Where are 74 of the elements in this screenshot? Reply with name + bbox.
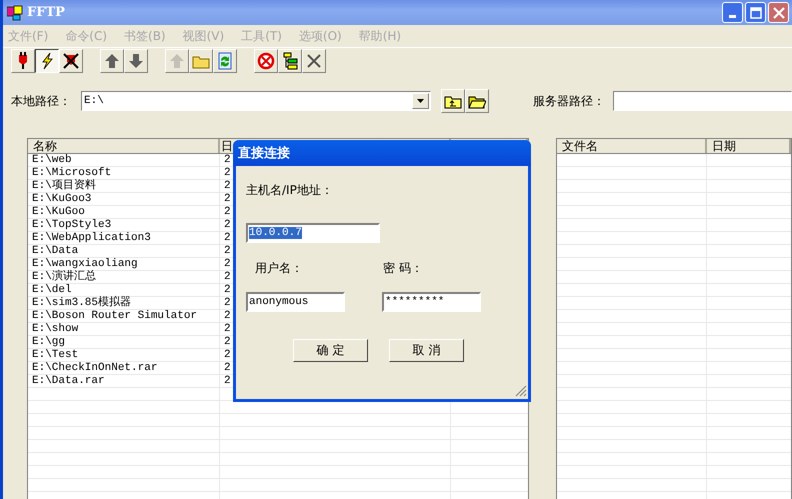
table-cell-text: 2 (223, 167, 232, 180)
file-name[interactable]: E:\del (28, 284, 220, 297)
close-icon (772, 6, 784, 18)
refresh-icon (216, 52, 234, 70)
cross-icon (305, 52, 323, 70)
file-name[interactable]: E:\WebApplication3 (28, 232, 220, 245)
host-field[interactable]: 10.0.0.7 (246, 223, 380, 243)
file-name[interactable]: E:\show (28, 323, 220, 336)
maximize-icon (750, 6, 762, 18)
table-cell-text: 2 (223, 375, 232, 388)
file-name[interactable]: E:\CheckInOnNet.rar (28, 362, 220, 375)
close-button[interactable] (768, 2, 789, 23)
stop-icon (257, 52, 275, 70)
table-cell-text: 2 (223, 297, 232, 310)
crossed-plug-icon (62, 52, 80, 70)
minimize-button[interactable] (722, 2, 743, 23)
table-cell-text: 2 (223, 258, 232, 271)
file-name[interactable]: E:\项目资料 (28, 180, 220, 193)
table-cell-text: 2 (223, 219, 232, 232)
server-path-label: 服务器路径： (533, 92, 605, 110)
file-name[interactable]: E:\演讲汇总 (28, 271, 220, 284)
table-cell-text: 2 (223, 336, 232, 349)
dropdown-arrow-icon[interactable] (417, 99, 424, 103)
file-name[interactable]: E:\web (28, 154, 220, 167)
table-cell-text: 2 (223, 323, 232, 336)
app-icon (7, 4, 23, 20)
password-field[interactable]: ********* (382, 292, 481, 312)
table-cell-text: 2 (223, 180, 232, 193)
table-cell-text: 2 (223, 271, 232, 284)
file-name[interactable]: E:\Data (28, 245, 220, 258)
resize-grip-icon[interactable] (515, 385, 527, 397)
maximize-button[interactable] (745, 2, 766, 23)
host-label: 主机名/IP地址： (246, 182, 334, 199)
server-path-field[interactable] (613, 91, 792, 111)
ok-button[interactable]: 确 定 (293, 339, 368, 362)
local-path-label: 本地路径： (11, 92, 71, 110)
password-label: 密 码： (383, 260, 423, 277)
minimize-icon (729, 14, 736, 18)
file-name[interactable]: E:\Microsoft (28, 167, 220, 180)
table-cell-text: 2 (223, 232, 232, 245)
tree-icon (281, 52, 299, 70)
table-cell-text: 2 (223, 310, 232, 323)
window-title: FFTP (27, 5, 65, 20)
table-cell-text: 2 (223, 193, 232, 206)
table-cell-text: 2 (223, 245, 232, 258)
up-arrow-icon (103, 52, 121, 70)
table-cell-text: 2 (223, 284, 232, 297)
file-name[interactable]: E:\wangxiaoliang (28, 258, 220, 271)
column-header[interactable]: 文件名 (557, 139, 707, 153)
table-cell-text: 2 (223, 154, 232, 167)
cancel-button[interactable]: 取 消 (389, 339, 464, 362)
table-cell-text: 2 (223, 362, 232, 375)
folder-up-button[interactable] (441, 89, 465, 113)
local-path-combo[interactable]: E:\ (81, 91, 431, 111)
file-name[interactable]: E:\KuGoo3 (28, 193, 220, 206)
file-name[interactable]: E:\gg (28, 336, 220, 349)
column-header[interactable]: 名称 (28, 139, 220, 153)
open-folder-button[interactable] (465, 89, 489, 113)
dialog-title: 直接连接 (233, 140, 531, 166)
file-name[interactable]: E:\KuGoo (28, 206, 220, 219)
down-arrow-icon (127, 52, 145, 70)
table-cell-text: 2 (223, 206, 232, 219)
file-name[interactable]: E:\sim3.85模拟器 (28, 297, 220, 310)
file-name[interactable]: E:\Boson Router Simulator (28, 310, 220, 323)
file-name[interactable]: E:\Data.rar (28, 375, 220, 388)
username-label: 用户名： (255, 260, 304, 277)
username-field[interactable]: anonymous (246, 292, 345, 312)
column-header[interactable]: 日期 (707, 139, 791, 153)
file-name[interactable]: E:\TopStyle3 (28, 219, 220, 232)
table-cell-text: 2 (223, 349, 232, 362)
toolbar-button[interactable] (35, 49, 59, 73)
up-arrow-icon (168, 52, 186, 70)
file-name[interactable]: E:\Test (28, 349, 220, 362)
column-header[interactable]: 日 (220, 139, 232, 153)
